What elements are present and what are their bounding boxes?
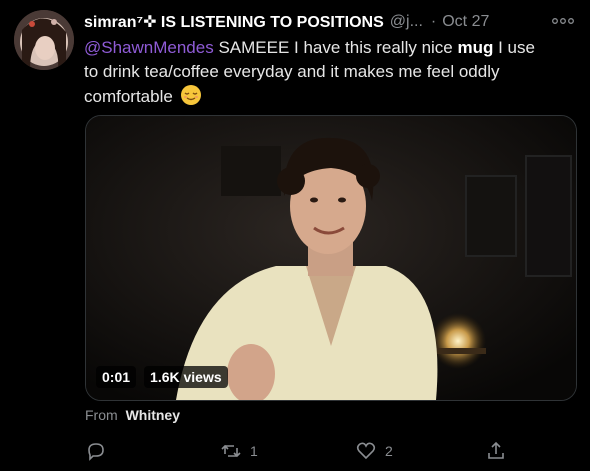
retweet-count: 1 [250,443,258,459]
video-player[interactable]: 0:01 1.6K views [85,115,577,401]
tweet-header: simran⁷✜ IS LISTENING TO POSITIONS @j...… [84,11,576,33]
user-handle[interactable]: @j... [390,13,423,31]
retweet-icon [221,444,241,458]
reply-icon [88,443,104,461]
share-button[interactable] [485,440,507,462]
like-count: 2 [385,443,393,459]
tweet-date[interactable]: Oct 27 [442,13,489,31]
video-frame [86,116,576,400]
separator-dot: · [430,13,437,30]
mention-link[interactable]: @ShawnMendes [84,38,214,57]
video-meta: 0:01 1.6K views [96,366,228,388]
like-button[interactable]: 2 [355,440,393,462]
tweet-text-bold: mug [457,38,494,57]
video-source: From Whitney [85,407,180,423]
heart-icon [356,442,376,460]
video-views: 1.6K views [144,366,228,388]
more-options-icon[interactable] [550,13,576,29]
reply-button[interactable] [85,440,115,462]
share-icon [488,441,504,459]
tweet-actions: 1 2 [85,440,525,464]
tweet-text: @ShawnMendes SAMEEE I have this really n… [84,36,544,109]
retweet-button[interactable]: 1 [220,440,258,462]
avatar[interactable] [14,10,74,70]
relieved-face-icon [180,85,201,105]
tweet-text-part1: SAMEEE I have this really nice [213,38,458,57]
display-name[interactable]: simran⁷✜ IS LISTENING TO POSITIONS [84,12,384,32]
avatar-image [14,10,74,70]
video-time: 0:01 [96,366,137,388]
source-prefix: From [85,407,118,423]
source-name[interactable]: Whitney [126,407,180,423]
